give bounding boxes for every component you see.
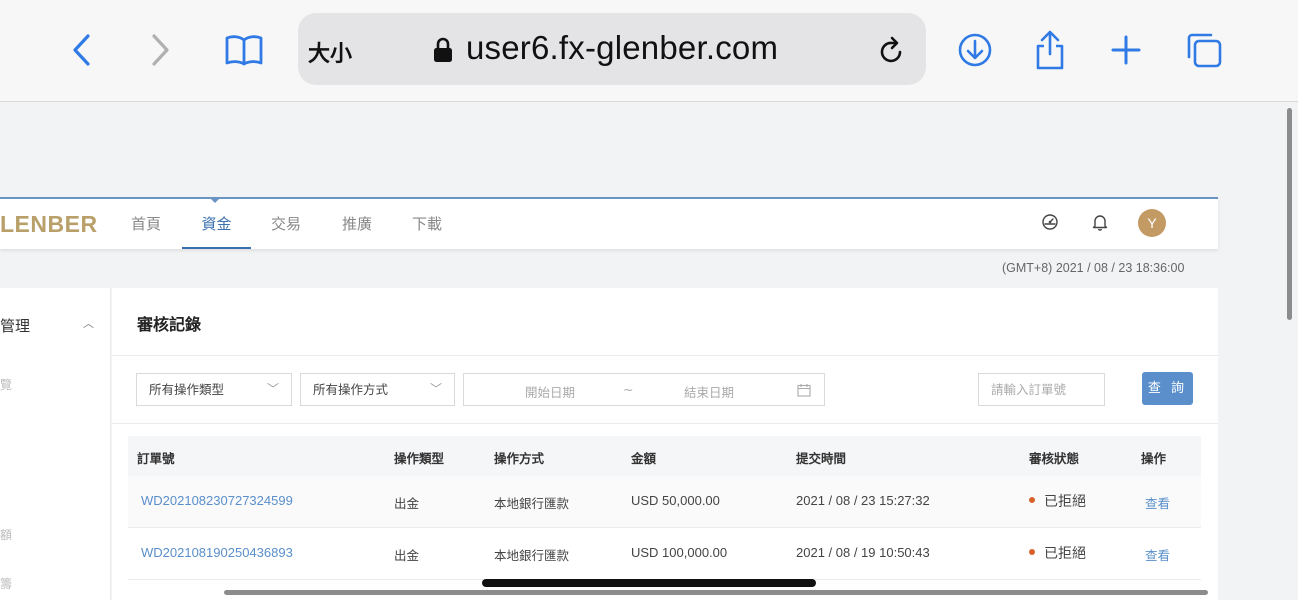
column-header-amount: 金額 <box>631 451 657 466</box>
nav-item-download[interactable]: 下載 <box>397 199 457 249</box>
operation-type-select[interactable]: 所有操作類型 ﹀ <box>136 373 292 406</box>
top-navigation: LENBER 首頁 資金 交易 推廣 下載 Y <box>0 197 1218 249</box>
table-header: 訂單號 操作類型 操作方式 金額 提交時間 審核狀態 操作 <box>128 436 1201 476</box>
divider <box>112 423 1218 424</box>
lock-icon <box>434 37 452 62</box>
status-text: 已拒絕 <box>1044 494 1086 510</box>
column-header-type: 操作類型 <box>394 451 445 466</box>
chevron-down-icon: ﹀ <box>266 382 279 396</box>
status-badge: 已拒絕 <box>1029 543 1086 563</box>
order-number-input[interactable]: 請輸入訂單號 <box>978 373 1105 406</box>
chevron-down-icon: ﹀ <box>429 382 442 396</box>
horizontal-scrollbar[interactable] <box>224 590 1208 595</box>
new-tab-icon[interactable] <box>1102 26 1150 74</box>
calendar-icon[interactable] <box>797 383 811 397</box>
operation-type-cell: 出金 <box>394 548 420 563</box>
start-date-input[interactable]: 開始日期 <box>525 382 575 401</box>
status-badge: 已拒絕 <box>1029 491 1086 511</box>
browser-toolbar: 大小 user6.fx-glenber.com <box>0 0 1298 102</box>
chevron-up-icon[interactable]: ︿ <box>83 315 94 331</box>
forward-button[interactable] <box>136 26 184 74</box>
operation-type-cell: 出金 <box>394 496 420 511</box>
table-row: WD202108230727324599 出金 本地銀行匯款 USD 50,00… <box>128 476 1201 528</box>
text-size-button[interactable]: 大小 <box>308 36 352 68</box>
date-range-picker[interactable]: 開始日期 ~ 結束日期 <box>463 373 825 406</box>
operation-method-cell: 本地銀行匯款 <box>494 548 570 563</box>
amount-cell: USD 50,000.00 <box>631 493 720 508</box>
order-number-link[interactable]: WD202108230727324599 <box>141 493 293 508</box>
order-number-link[interactable]: WD202108190250436893 <box>141 545 293 560</box>
table-row: WD202108190250436893 出金 本地銀行匯款 USD 100,0… <box>128 528 1201 580</box>
status-text: 已拒絕 <box>1044 546 1086 562</box>
submitted-time-cell: 2021 / 08 / 23 15:27:32 <box>796 493 930 508</box>
divider <box>112 355 1218 356</box>
operation-method-value: 所有操作方式 <box>313 382 389 397</box>
brand-logo: LENBER <box>0 211 98 237</box>
review-records-card: 審核記錄 所有操作類型 ﹀ 所有操作方式 ﹀ 開始日期 ~ 結束日期 請輸入訂單… <box>112 288 1218 600</box>
status-dot-icon <box>1029 549 1035 555</box>
date-range-separator: ~ <box>623 382 634 397</box>
status-dot-icon <box>1029 497 1035 503</box>
operation-method-cell: 本地銀行匯款 <box>494 496 570 511</box>
column-header-order-no: 訂單號 <box>137 451 175 466</box>
operation-type-value: 所有操作類型 <box>149 382 225 397</box>
view-link[interactable]: 查看 <box>1145 545 1170 564</box>
share-icon[interactable] <box>1026 26 1074 74</box>
notification-bell-icon[interactable] <box>1092 213 1108 231</box>
sidebar-item[interactable]: 籌 <box>0 575 12 592</box>
column-header-status: 審核狀態 <box>1029 451 1080 466</box>
reload-icon[interactable] <box>878 35 906 65</box>
view-link[interactable]: 查看 <box>1145 493 1170 512</box>
operation-method-select[interactable]: 所有操作方式 ﹀ <box>300 373 455 406</box>
vertical-scrollbar[interactable] <box>1287 108 1292 320</box>
sidebar-item[interactable]: 額 <box>0 526 12 543</box>
tabs-overview-icon[interactable] <box>1180 26 1228 74</box>
query-button[interactable]: 查 詢 <box>1142 372 1193 405</box>
nav-item-funds[interactable]: 資金 <box>182 199 251 249</box>
nav-item-promotion[interactable]: 推廣 <box>327 199 387 249</box>
dashboard-gauge-icon[interactable] <box>1041 213 1059 231</box>
nav-item-home[interactable]: 首頁 <box>116 199 176 249</box>
column-header-submitted: 提交時間 <box>796 451 847 466</box>
nav-item-trade[interactable]: 交易 <box>256 199 316 249</box>
url-text: user6.fx-glenber.com <box>466 29 779 66</box>
column-header-action: 操作 <box>1141 451 1167 466</box>
sidebar-section-title[interactable]: 管理 <box>0 315 30 336</box>
end-date-input[interactable]: 結束日期 <box>684 382 734 401</box>
page-title: 審核記錄 <box>137 315 202 334</box>
sidebar-item[interactable]: 覽 <box>0 376 12 393</box>
column-header-method: 操作方式 <box>494 451 545 466</box>
sidebar: 管理 ︿ 覽 額 籌 <box>0 288 111 600</box>
server-time: (GMT+8) 2021 / 08 / 23 18:36:00 <box>1002 261 1185 275</box>
bookmarks-icon[interactable] <box>220 26 268 74</box>
home-indicator <box>482 579 816 587</box>
amount-cell: USD 100,000.00 <box>631 545 728 560</box>
user-avatar[interactable]: Y <box>1138 209 1166 237</box>
submitted-time-cell: 2021 / 08 / 19 10:50:43 <box>796 545 930 560</box>
download-icon[interactable] <box>951 26 999 74</box>
address-bar[interactable]: 大小 user6.fx-glenber.com <box>298 13 926 85</box>
back-button[interactable] <box>58 26 106 74</box>
